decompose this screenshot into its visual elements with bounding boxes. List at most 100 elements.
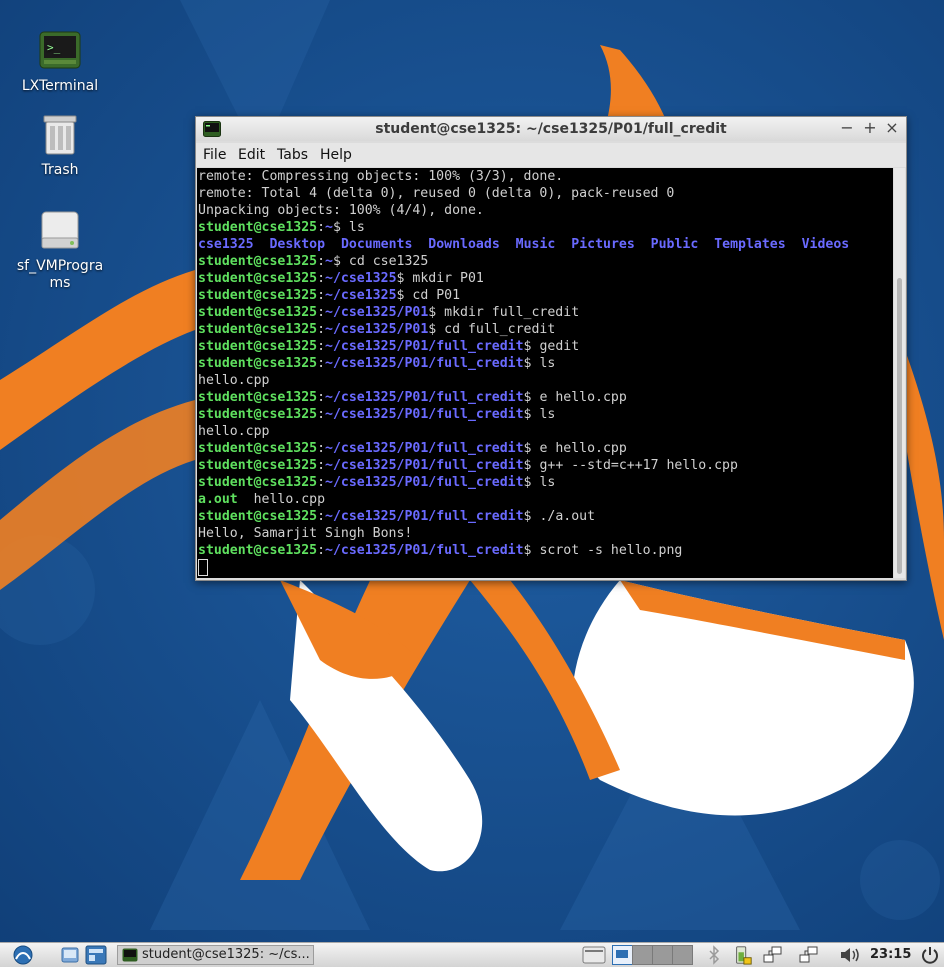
network-icon[interactable]	[762, 945, 784, 965]
terminal-command-line: student@cse1325:~/cse1325/P01/full_credi…	[197, 440, 893, 457]
prompt-user: student@cse1325	[198, 475, 318, 490]
terminal-command-line: student@cse1325:~/cse1325/P01/full_credi…	[197, 355, 893, 372]
prompt-separator: :	[317, 390, 326, 405]
menu-tabs[interactable]: Tabs	[277, 147, 308, 163]
scrollbar[interactable]	[894, 168, 905, 578]
desktop-icon-sf-vmprograms[interactable]: sf_VMProgra ms	[5, 208, 115, 292]
text-cursor	[198, 559, 208, 576]
file-manager-icon[interactable]	[85, 945, 107, 965]
terminal-command-line: student@cse1325:~/cse1325/P01/full_credi…	[197, 457, 893, 474]
battery-icon[interactable]	[733, 945, 753, 965]
workspace-2[interactable]	[632, 945, 653, 965]
taskbar-window-label: student@cse1325: ~/cs...	[142, 947, 310, 962]
terminal-command-line: student@cse1325:~/cse1325/P01/full_credi…	[197, 338, 893, 355]
workspace-3[interactable]	[652, 945, 673, 965]
workspace-1[interactable]	[612, 945, 633, 965]
terminal-input-line	[197, 559, 893, 576]
directory-entry: Pictures	[571, 237, 635, 252]
prompt-symbol: $	[523, 441, 532, 456]
network-icon-2[interactable]	[798, 945, 820, 965]
workspace-4[interactable]	[672, 945, 693, 965]
prompt-separator: :	[317, 543, 326, 558]
prompt-symbol: $	[333, 254, 341, 269]
menu-edit[interactable]: Edit	[238, 147, 265, 163]
menu-help[interactable]: Help	[320, 147, 352, 163]
desktop-icon-label-line2: ms	[49, 275, 71, 291]
terminal-command-line: student@cse1325:~/cse1325$ cd P01	[197, 287, 893, 304]
prompt-separator: :	[317, 475, 326, 490]
directory-entry: Desktop	[269, 237, 326, 252]
title-bar[interactable]: student@cse1325: ~/cse1325/P01/full_cred…	[196, 117, 906, 141]
desktop: >_ LXTerminal Trash sf_VMProgra ms stude…	[0, 0, 944, 942]
terminal-command-line: student@cse1325:~/cse1325/P01/full_credi…	[197, 474, 893, 491]
prompt-path: ~/cse1325/P01/full_credit	[325, 458, 524, 473]
terminal-output-line: hello.cpp	[198, 373, 270, 388]
terminal-command-line: student@cse1325:~/cse1325$ mkdir P01	[197, 270, 893, 287]
directory-entry: Templates	[714, 237, 786, 252]
prompt-path: ~/cse1325	[325, 288, 397, 303]
prompt-symbol: $	[523, 407, 532, 422]
bluetooth-icon[interactable]	[706, 945, 722, 965]
terminal-window[interactable]: student@cse1325: ~/cse1325/P01/full_cred…	[195, 116, 907, 581]
prompt-symbol: $	[523, 339, 532, 354]
menu-file[interactable]: File	[203, 147, 226, 163]
prompt-user: student@cse1325	[198, 339, 318, 354]
prompt-separator: :	[317, 339, 326, 354]
prompt-symbol: $	[333, 220, 341, 235]
prompt-user: student@cse1325	[198, 254, 318, 269]
directory-entry: Public	[650, 237, 699, 252]
taskbar-window-button[interactable]: student@cse1325: ~/cs...	[117, 945, 314, 965]
terminal-output-line: remote: Total 4 (delta 0), reused 0 (del…	[198, 186, 675, 201]
command-text: e hello.cpp	[531, 441, 627, 456]
taskbar: student@cse1325: ~/cs... 23:15	[0, 942, 944, 967]
terminal-output-line: hello.cpp	[198, 424, 270, 439]
command-text: scrot -s hello.png	[531, 543, 683, 558]
command-text: ls	[340, 220, 365, 235]
window-title: student@cse1325: ~/cse1325/P01/full_cred…	[375, 121, 727, 137]
prompt-path: ~/cse1325/P01	[325, 305, 429, 320]
directory-entry: Music	[515, 237, 556, 252]
prompt-path: ~/cse1325/P01	[325, 322, 429, 337]
close-button[interactable]: ×	[883, 119, 901, 137]
menu-icon[interactable]	[10, 945, 36, 965]
desktop-icon-label: LXTerminal	[21, 78, 99, 94]
prompt-separator: :	[317, 288, 326, 303]
prompt-path: ~/cse1325	[325, 271, 397, 286]
directory-entry: Downloads	[428, 237, 500, 252]
desktop-icon-label: Trash	[41, 162, 79, 178]
drive-icon	[41, 211, 79, 249]
scrollbar-thumb[interactable]	[897, 278, 902, 574]
terminal-output-line: remote: Compressing objects: 100% (3/3),…	[198, 169, 564, 184]
prompt-separator: :	[317, 356, 326, 371]
clock[interactable]: 23:15	[870, 947, 911, 962]
directory-entry: cse1325	[198, 237, 254, 252]
terminal-command-line: student@cse1325:~$ ls	[197, 219, 893, 236]
prompt-user: student@cse1325	[198, 543, 318, 558]
show-desktop-icon[interactable]	[60, 945, 80, 965]
prompt-path: ~/cse1325/P01/full_credit	[325, 543, 524, 558]
terminal-command-line: student@cse1325:~/cse1325/P01$ cd full_c…	[197, 321, 893, 338]
prompt-path: ~	[325, 220, 333, 235]
prompt-user: student@cse1325	[198, 356, 318, 371]
workspace-pager[interactable]	[612, 945, 693, 965]
prompt-symbol: $	[523, 458, 532, 473]
power-icon[interactable]	[920, 945, 940, 965]
prompt-user: student@cse1325	[198, 271, 318, 286]
terminal-command-line: student@cse1325:~/cse1325/P01/full_credi…	[197, 542, 893, 559]
prompt-user: student@cse1325	[198, 390, 318, 405]
file-entry: hello.cpp	[237, 492, 326, 507]
desktop-icon-lxterminal[interactable]: >_ LXTerminal	[5, 28, 115, 95]
volume-icon[interactable]	[838, 945, 862, 965]
maximize-button[interactable]: +	[861, 119, 879, 137]
prompt-separator: :	[317, 509, 326, 524]
desktop-icon-trash[interactable]: Trash	[5, 112, 115, 179]
trash-icon	[43, 115, 77, 155]
pager-icon[interactable]	[582, 945, 606, 965]
prompt-user: student@cse1325	[198, 441, 318, 456]
command-text: ls	[531, 356, 556, 371]
terminal-listing-line: cse1325 Desktop Documents Downloads Musi…	[197, 236, 893, 253]
command-text: e hello.cpp	[531, 390, 627, 405]
minimize-button[interactable]: −	[838, 119, 856, 137]
prompt-user: student@cse1325	[198, 305, 318, 320]
terminal-output[interactable]: remote: Compressing objects: 100% (3/3),…	[197, 168, 893, 578]
